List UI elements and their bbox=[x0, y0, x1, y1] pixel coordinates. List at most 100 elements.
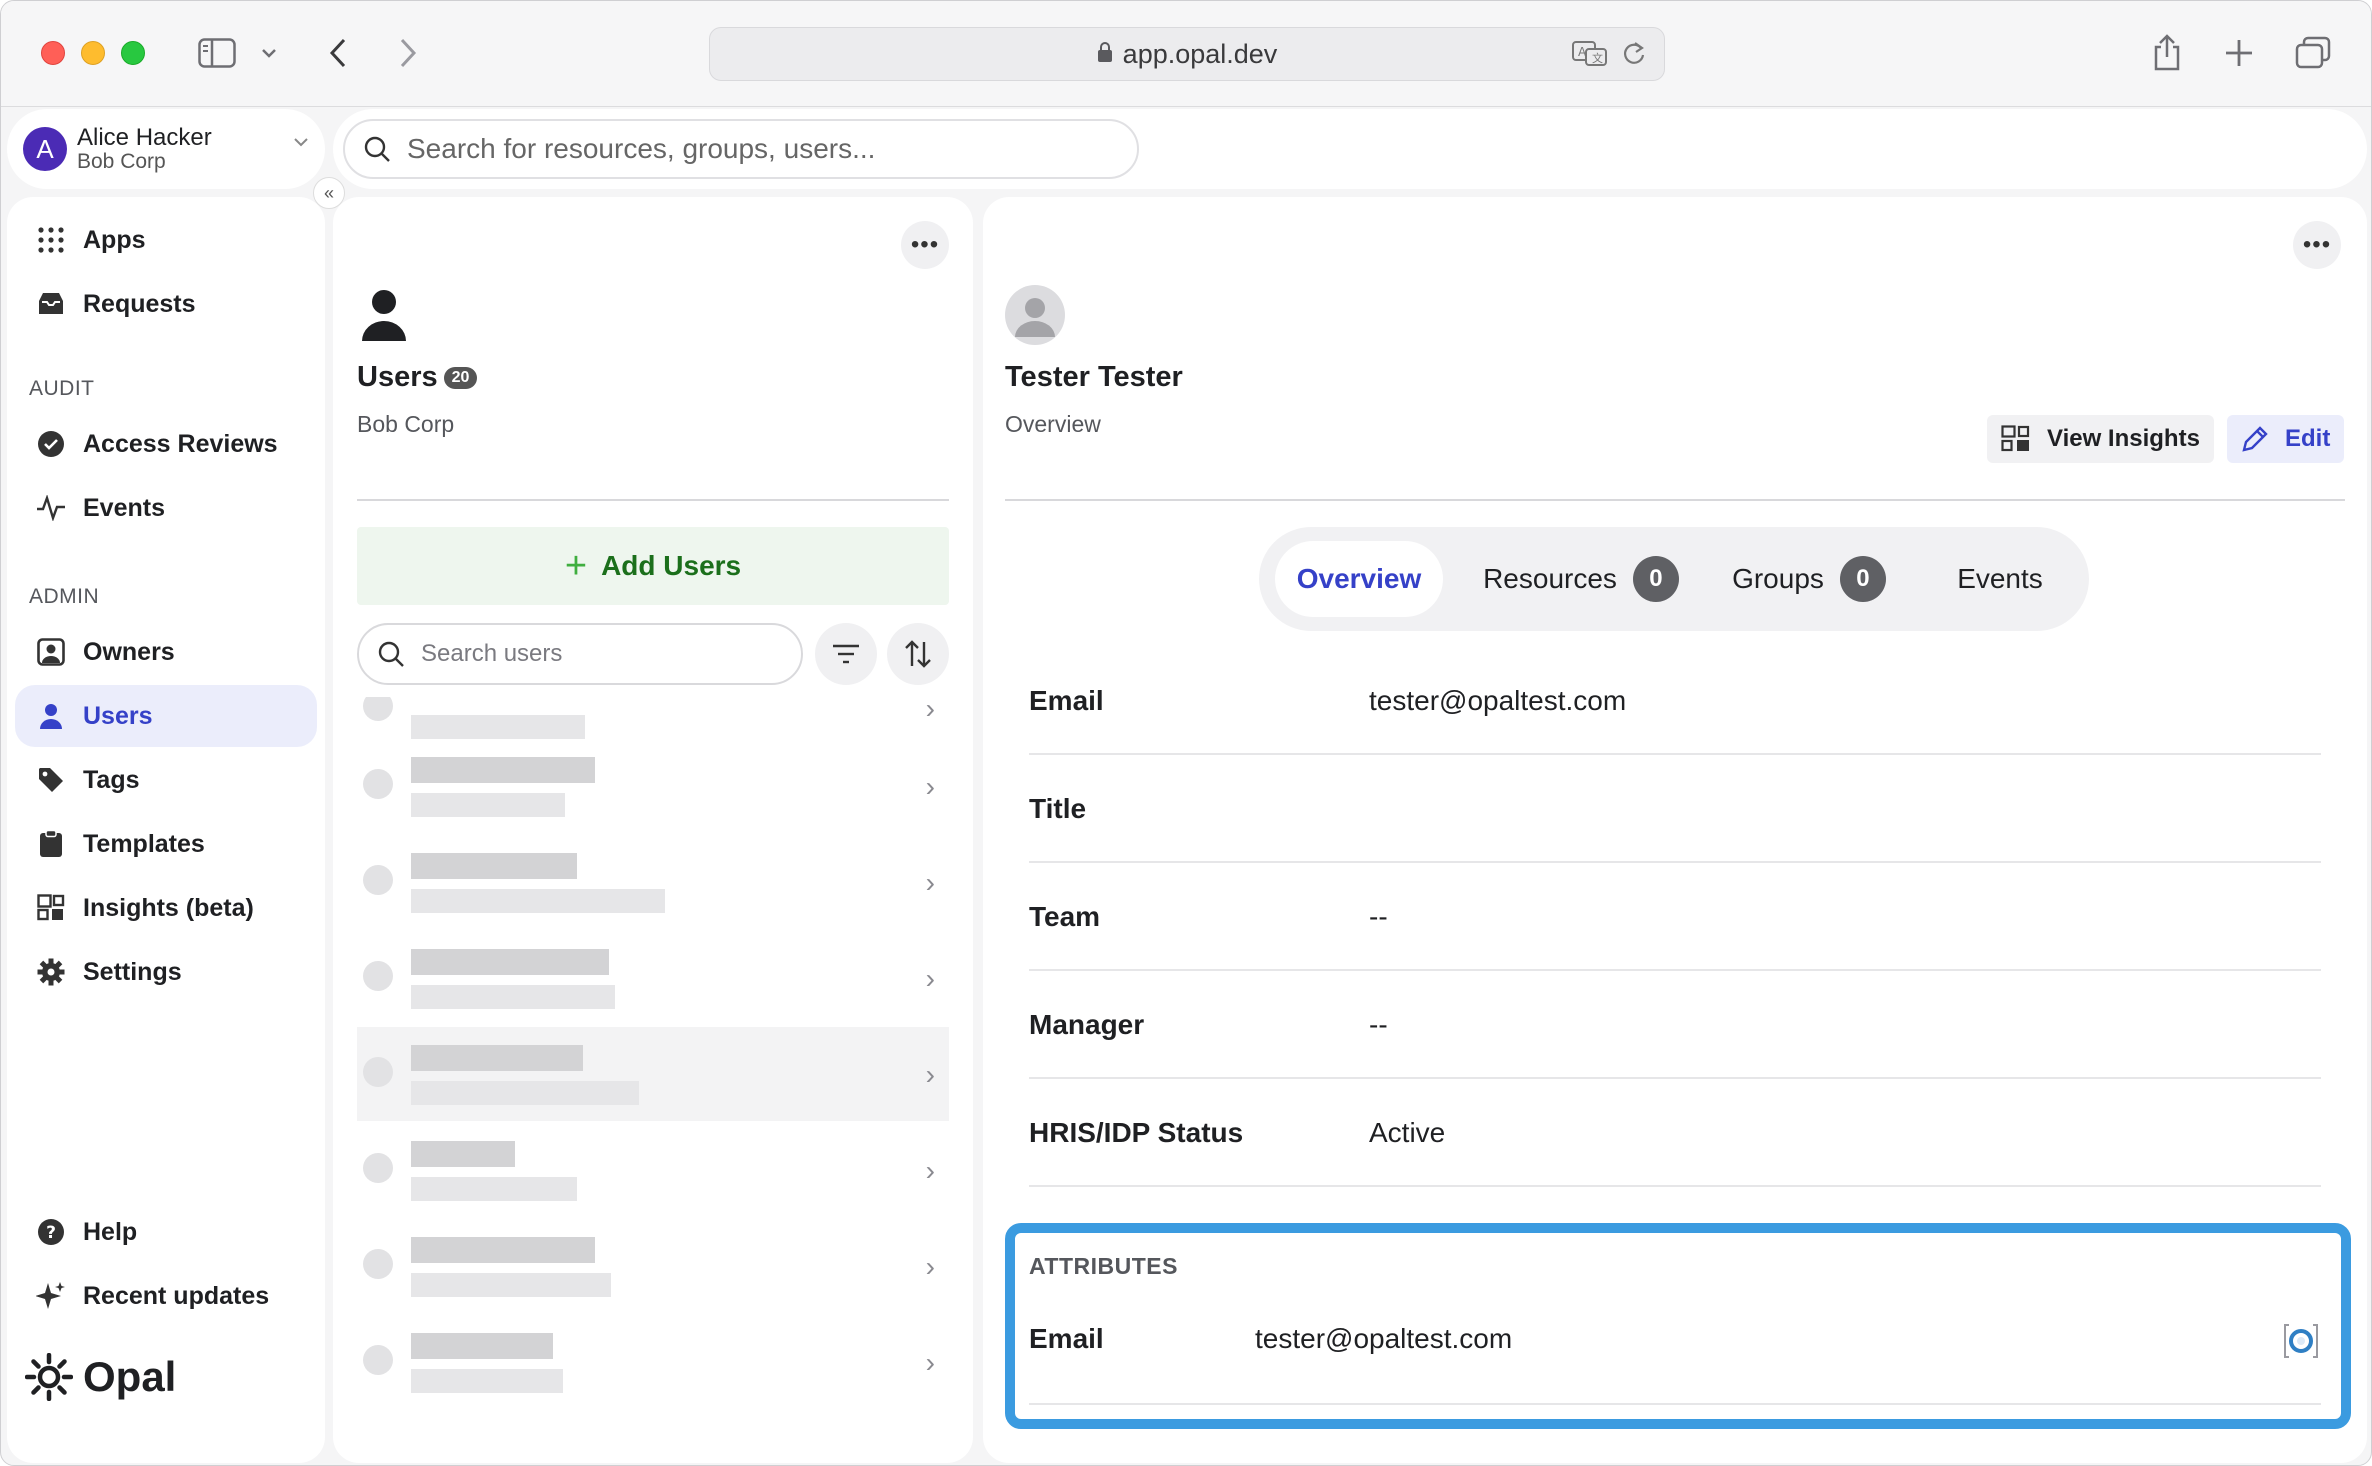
admin-section-header: ADMIN bbox=[29, 585, 100, 608]
page-title: Users 20 bbox=[357, 361, 478, 394]
sidebar-item-tags[interactable]: Tags bbox=[15, 749, 317, 811]
sidebar-toggle-icon[interactable] bbox=[195, 31, 239, 75]
groups-count-badge: 0 bbox=[1839, 556, 1886, 602]
translate-icon[interactable]: A文 bbox=[1572, 40, 1608, 73]
minimize-window-button[interactable] bbox=[81, 41, 105, 65]
chevron-right-icon: › bbox=[925, 1155, 935, 1186]
sidebar-item-help[interactable]: ? Help bbox=[15, 1201, 317, 1263]
list-item[interactable]: › bbox=[357, 1315, 949, 1409]
list-item[interactable]: › bbox=[357, 1219, 949, 1313]
sidebar-item-apps[interactable]: Apps bbox=[15, 209, 317, 271]
chevron-right-icon: › bbox=[925, 771, 935, 802]
account-org: Bob Corp bbox=[77, 149, 166, 173]
help-icon: ? bbox=[35, 1216, 67, 1248]
insights-icon bbox=[35, 892, 67, 924]
sidebar-item-owners[interactable]: Owners bbox=[15, 621, 317, 683]
browser-window: app.opal.dev A文 A Alice Hacker Bob Corp bbox=[0, 0, 2372, 1466]
edit-button[interactable]: Edit bbox=[2227, 415, 2345, 463]
user-icon bbox=[35, 700, 67, 732]
global-search-input[interactable]: Search for resources, groups, users... bbox=[343, 119, 1139, 179]
sort-icon bbox=[904, 639, 932, 669]
opal-logo-text: Opal bbox=[83, 1353, 177, 1400]
chevron-down-icon bbox=[293, 135, 309, 153]
chevron-right-icon: › bbox=[925, 867, 935, 898]
users-org: Bob Corp bbox=[357, 411, 455, 437]
chevron-down-icon[interactable] bbox=[257, 31, 281, 75]
list-item[interactable]: › bbox=[357, 1123, 949, 1217]
avatar bbox=[363, 1057, 393, 1087]
field-row-title: Title bbox=[1029, 755, 2321, 863]
field-label: Team bbox=[1029, 901, 1101, 932]
avatar bbox=[363, 865, 393, 895]
reload-icon[interactable] bbox=[1622, 40, 1646, 73]
detail-more-button[interactable]: ••• bbox=[2293, 221, 2341, 269]
account-switcher[interactable]: A Alice Hacker Bob Corp bbox=[7, 109, 325, 189]
chevron-right-icon: › bbox=[925, 1251, 935, 1282]
avatar bbox=[363, 769, 393, 799]
close-window-button[interactable] bbox=[41, 41, 65, 65]
search-users-input[interactable]: Search users bbox=[357, 623, 803, 685]
users-list: › › › › › › › › bbox=[333, 697, 973, 1457]
tab-events[interactable]: Events bbox=[1929, 541, 2071, 617]
tag-icon bbox=[35, 764, 67, 796]
resources-count-badge: 0 bbox=[1632, 556, 1679, 602]
address-bar[interactable]: app.opal.dev A文 bbox=[709, 27, 1665, 81]
svg-text:文: 文 bbox=[1592, 51, 1603, 65]
list-item[interactable]: › bbox=[357, 739, 949, 833]
attribute-source-icon[interactable] bbox=[2281, 1321, 2321, 1366]
chevron-right-icon: › bbox=[925, 697, 935, 724]
divider bbox=[1029, 1403, 2321, 1405]
sidebar-item-recent-updates[interactable]: Recent updates bbox=[15, 1265, 317, 1327]
filter-icon bbox=[832, 643, 860, 665]
tab-overview[interactable]: Overview bbox=[1275, 541, 1443, 617]
attributes-header: ATTRIBUTES bbox=[1029, 1253, 1178, 1279]
field-value: tester@opaltest.com bbox=[1369, 685, 1627, 716]
sidebar-item-settings[interactable]: Settings bbox=[15, 941, 317, 1003]
account-name: Alice Hacker bbox=[77, 124, 212, 152]
field-row-hris-status: HRIS/IDP Status Active bbox=[1029, 1079, 2321, 1187]
sidebar-item-access-reviews[interactable]: Access Reviews bbox=[15, 413, 317, 475]
avatar bbox=[1005, 285, 1065, 345]
opal-logo[interactable]: Opal bbox=[25, 1353, 176, 1401]
browser-toolbar: app.opal.dev A文 bbox=[1, 1, 2371, 107]
activity-icon bbox=[35, 492, 67, 524]
list-item[interactable]: › bbox=[357, 835, 949, 929]
forward-icon[interactable] bbox=[391, 31, 425, 75]
url-text: app.opal.dev bbox=[1122, 38, 1278, 69]
avatar: A bbox=[23, 127, 67, 171]
tab-overview-icon[interactable] bbox=[2293, 31, 2333, 75]
opal-logo-icon bbox=[25, 1353, 73, 1401]
sidebar-item-requests[interactable]: Requests bbox=[15, 273, 317, 335]
search-icon bbox=[363, 135, 391, 163]
tab-groups[interactable]: Groups 0 bbox=[1715, 541, 1903, 617]
sidebar-item-templates[interactable]: Templates bbox=[15, 813, 317, 875]
search-icon bbox=[377, 640, 405, 668]
filter-button[interactable] bbox=[815, 623, 877, 685]
back-icon[interactable] bbox=[321, 31, 355, 75]
zoom-window-button[interactable] bbox=[121, 41, 145, 65]
add-users-button[interactable]: + Add Users bbox=[357, 527, 949, 605]
view-insights-button[interactable]: View Insights bbox=[1987, 415, 2214, 463]
sidebar-item-events[interactable]: Events bbox=[15, 477, 317, 539]
more-icon: ••• bbox=[910, 231, 940, 258]
avatar bbox=[363, 697, 393, 721]
list-item[interactable]: › bbox=[357, 1027, 949, 1121]
field-row-team: Team -- bbox=[1029, 863, 2321, 971]
user-name: Tester Tester bbox=[1005, 361, 1183, 393]
chevron-right-icon: › bbox=[925, 963, 935, 994]
more-icon: ••• bbox=[2302, 231, 2332, 258]
tab-resources[interactable]: Resources 0 bbox=[1469, 541, 1693, 617]
divider bbox=[1005, 499, 2345, 501]
users-list-panel: ••• Users 20 Bob Corp + Add Users Search … bbox=[333, 197, 973, 1463]
avatar bbox=[363, 1249, 393, 1279]
chevron-right-icon: › bbox=[925, 1347, 935, 1378]
users-more-button[interactable]: ••• bbox=[901, 221, 949, 269]
sidebar-item-users[interactable]: Users bbox=[15, 685, 317, 747]
divider bbox=[357, 499, 949, 501]
list-item[interactable]: › bbox=[357, 931, 949, 1025]
top-search-bar: Search for resources, groups, users... bbox=[333, 109, 2367, 189]
new-tab-icon[interactable] bbox=[2219, 31, 2259, 75]
share-icon[interactable] bbox=[2147, 31, 2187, 75]
sort-button[interactable] bbox=[887, 623, 949, 685]
sidebar-item-insights[interactable]: Insights (beta) bbox=[15, 877, 317, 939]
